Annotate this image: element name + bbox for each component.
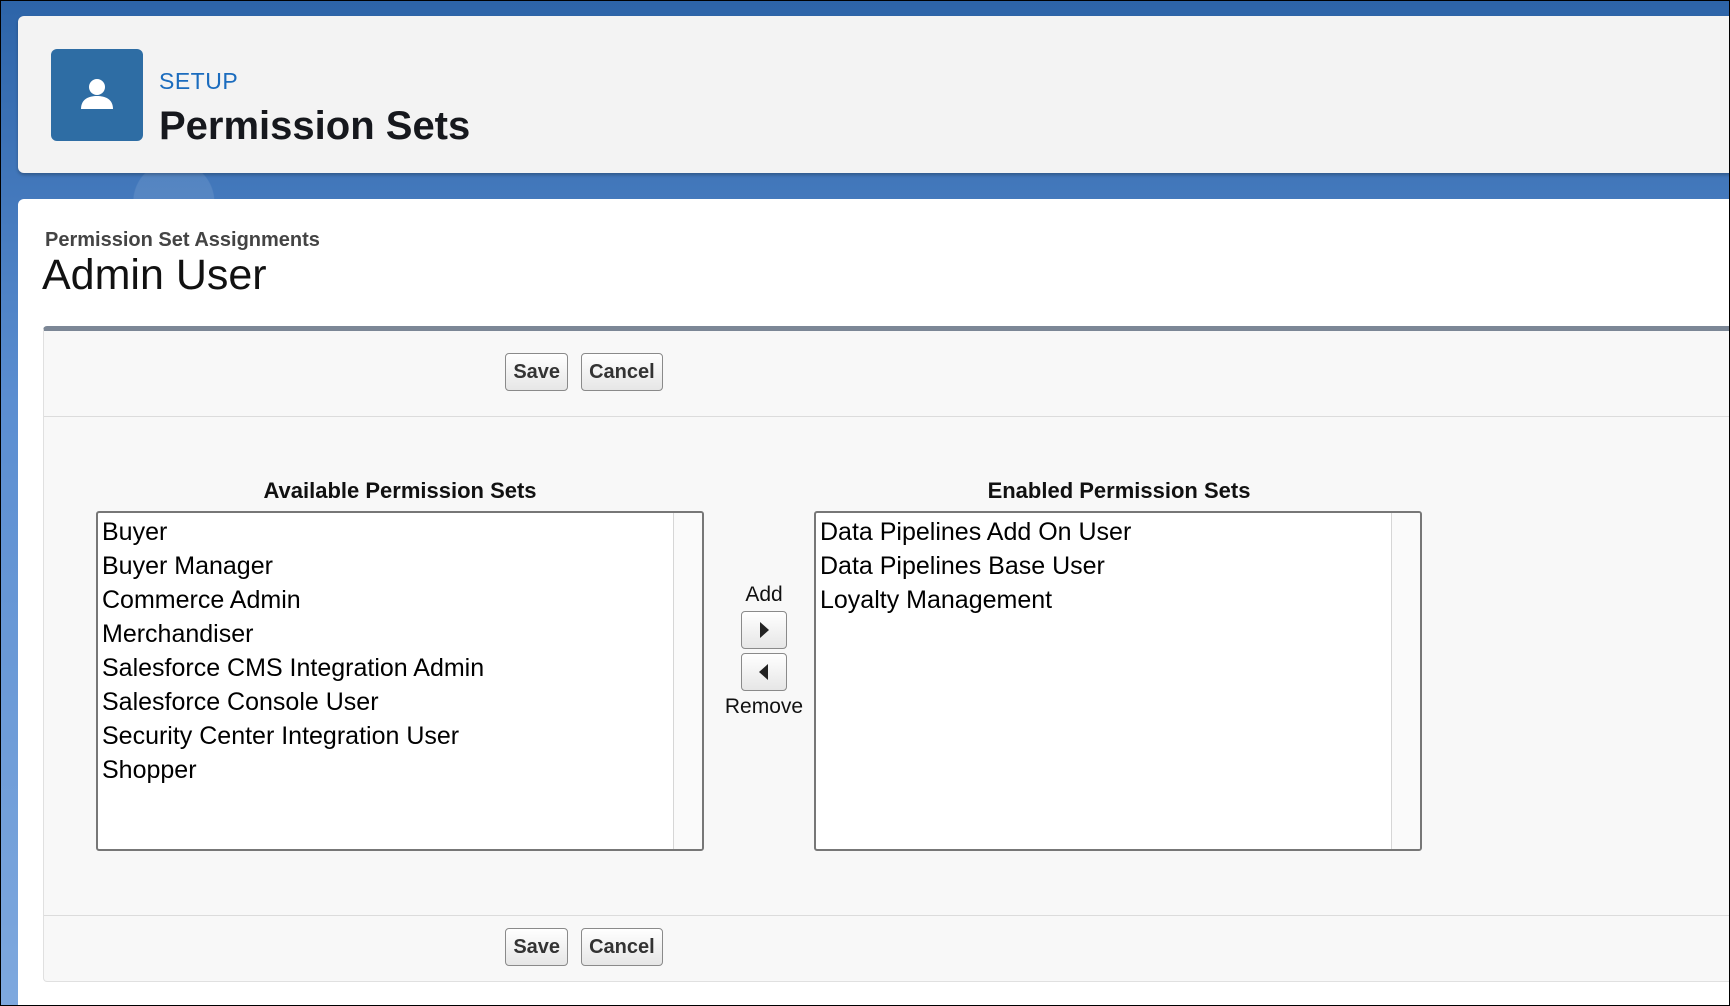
page-title: Admin User <box>42 251 267 299</box>
list-option[interactable]: Security Center Integration User <box>102 719 698 753</box>
arrow-right-icon <box>742 621 786 639</box>
scrollbar[interactable] <box>673 513 702 849</box>
available-permission-sets-list[interactable]: Buyer Buyer Manager Commerce Admin Merchand… <box>96 511 704 851</box>
header-eyebrow: SETUP <box>159 68 239 94</box>
save-button-bottom[interactable]: Save <box>505 928 569 966</box>
list-option[interactable]: Commerce Admin <box>102 583 698 617</box>
remove-label: Remove <box>724 695 804 718</box>
cancel-button-bottom[interactable]: Cancel <box>581 928 663 966</box>
list-option[interactable]: Merchandiser <box>102 617 698 651</box>
remove-button[interactable] <box>741 653 787 691</box>
list-option[interactable]: Salesforce CMS Integration Admin <box>102 651 698 685</box>
edit-panel: Save Cancel Available Permission Sets Bu… <box>43 326 1729 982</box>
arrow-left-icon <box>742 663 786 681</box>
list-option[interactable]: Shopper <box>102 753 698 787</box>
add-button[interactable] <box>741 611 787 649</box>
add-label: Add <box>745 583 783 606</box>
page-header: SETUP Permission Sets <box>18 16 1729 173</box>
cancel-button-top[interactable]: Cancel <box>581 353 663 391</box>
divider <box>44 915 1729 916</box>
save-button-top[interactable]: Save <box>505 353 569 391</box>
enabled-list-label: Enabled Permission Sets <box>987 478 1251 503</box>
list-option[interactable]: Buyer <box>102 515 698 549</box>
window-frame: SETUP Permission Sets Permission Set Ass… <box>0 0 1730 1006</box>
list-option[interactable]: Buyer Manager <box>102 549 698 583</box>
scrollbar[interactable] <box>1391 513 1420 849</box>
bottom-button-row: Save Cancel <box>44 928 1124 966</box>
main-content: Permission Set Assignments Admin User Sa… <box>18 199 1729 1005</box>
add-remove-controls: Add Remove <box>714 583 814 719</box>
top-button-row: Save Cancel <box>44 353 1124 391</box>
user-icon <box>51 49 143 141</box>
page-subtitle: Permission Set Assignments <box>45 229 320 251</box>
list-option[interactable]: Data Pipelines Base User <box>820 549 1416 583</box>
list-option[interactable]: Salesforce Console User <box>102 685 698 719</box>
list-option[interactable]: Loyalty Management <box>820 583 1416 617</box>
header-title: Permission Sets <box>159 104 471 148</box>
enabled-permission-sets-list[interactable]: Data Pipelines Add On User Data Pipelines… <box>814 511 1422 851</box>
available-list-label: Available Permission Sets <box>263 478 537 503</box>
list-option[interactable]: Data Pipelines Add On User <box>820 515 1416 549</box>
divider <box>44 416 1729 417</box>
